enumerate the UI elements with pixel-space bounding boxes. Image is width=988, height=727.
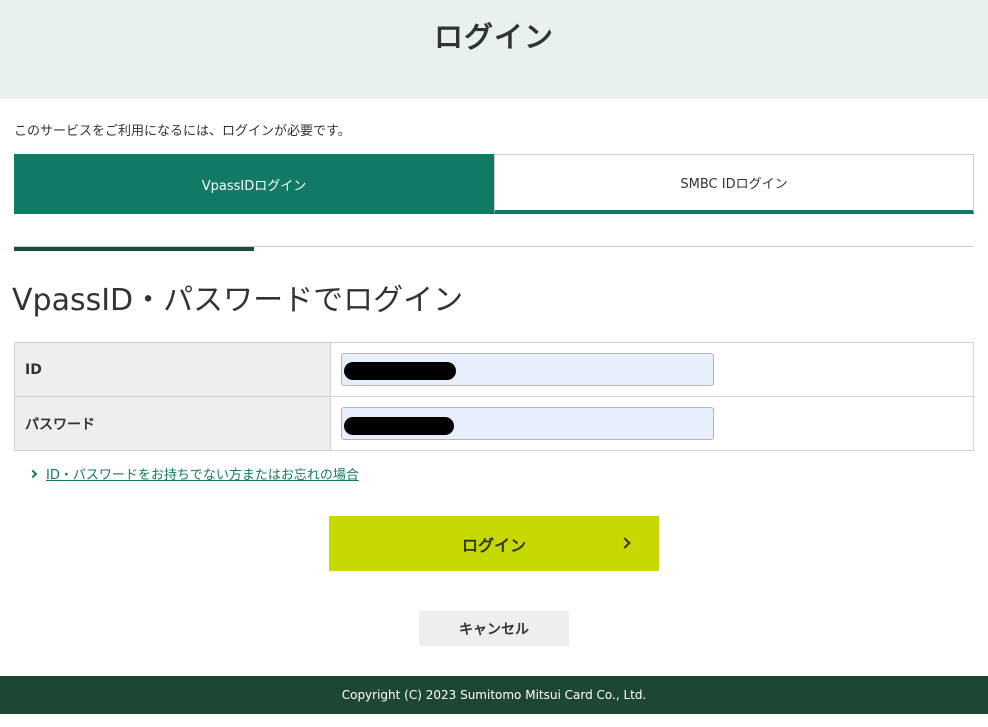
section-title: VpassID・パスワードでログイン: [12, 283, 464, 318]
page-title: ログイン: [433, 20, 554, 54]
forgot-credentials-link[interactable]: ID・パスワードをお持ちでない方またはお忘れの場合: [28, 464, 359, 483]
login-button[interactable]: ログイン: [329, 516, 659, 571]
section-accent-bar: [14, 247, 254, 251]
id-field-cell: [331, 343, 973, 396]
password-input-box: [341, 407, 714, 440]
redacted-password-value: [344, 417, 454, 435]
login-required-notice: このサービスをご利用になるには、ログインが必要です。: [14, 124, 351, 139]
tab-vpassid-login[interactable]: VpassIDログイン: [14, 154, 494, 214]
login-button-label: ログイン: [461, 535, 526, 555]
id-label: ID: [15, 343, 331, 396]
password-label: パスワード: [15, 397, 331, 450]
page-header: ログイン: [0, 0, 988, 99]
login-form: ID パスワード: [14, 342, 974, 451]
chevron-right-icon: [28, 469, 38, 478]
password-field-cell: [331, 397, 973, 450]
password-row: パスワード: [15, 397, 973, 450]
copyright-text: Copyright (C) 2023 Sumitomo Mitsui Card …: [341, 688, 647, 702]
bottom-whitespace: [0, 714, 988, 727]
id-row: ID: [15, 343, 973, 397]
login-method-tabs: VpassIDログイン SMBC IDログイン: [14, 154, 974, 214]
cancel-button[interactable]: キャンセル: [419, 611, 569, 646]
tab-smbc-id-login[interactable]: SMBC IDログイン: [494, 154, 974, 214]
id-input-box: [341, 353, 714, 386]
forgot-credentials-link-text: ID・パスワードをお持ちでない方またはお忘れの場合: [46, 468, 359, 483]
redacted-id-value: [344, 362, 456, 380]
page-footer: Copyright (C) 2023 Sumitomo Mitsui Card …: [0, 676, 988, 714]
